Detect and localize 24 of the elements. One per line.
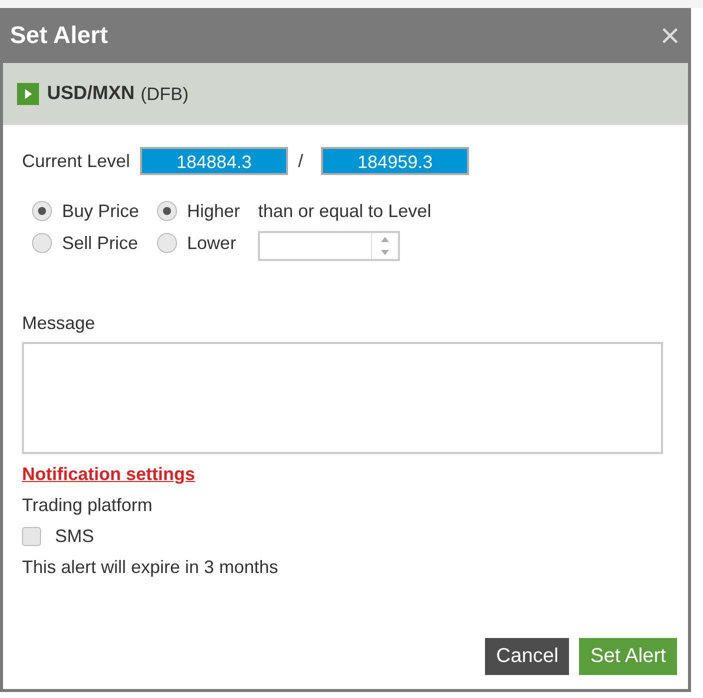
direction-radio[interactable]: Lower [157, 231, 240, 255]
level-input[interactable] [258, 231, 400, 261]
message-field[interactable] [22, 342, 663, 454]
dialog-title: Set Alert [10, 22, 108, 50]
sms-label: SMS [55, 526, 94, 547]
sell-price-value: 184884.3 [140, 147, 288, 175]
play-icon [17, 83, 39, 105]
instrument-type: (DFB) [140, 84, 189, 104]
condition-text: than or equal to Level [258, 200, 432, 223]
separator: / [298, 150, 304, 172]
platform-label: Trading platform [22, 495, 154, 516]
instrument-name: USD/MXN [47, 83, 135, 105]
notification-settings-link[interactable]: Notification settings [22, 464, 196, 485]
message-label: Message [22, 313, 96, 334]
cancel-button[interactable]: Cancel [485, 638, 570, 675]
up-arrow-icon[interactable] [381, 237, 390, 242]
direction-radio[interactable]: Higher [157, 199, 240, 223]
price-radio[interactable]: Buy Price [32, 199, 140, 223]
buy-price-value: 184959.3 [321, 147, 470, 175]
price-radio[interactable]: Sell Price [32, 231, 140, 255]
sms-checkbox[interactable] [22, 527, 41, 546]
expiry-text: This alert will expire in 3 months [22, 557, 280, 578]
down-arrow-icon[interactable] [381, 250, 390, 255]
current-level-label: Current Level [22, 150, 130, 172]
